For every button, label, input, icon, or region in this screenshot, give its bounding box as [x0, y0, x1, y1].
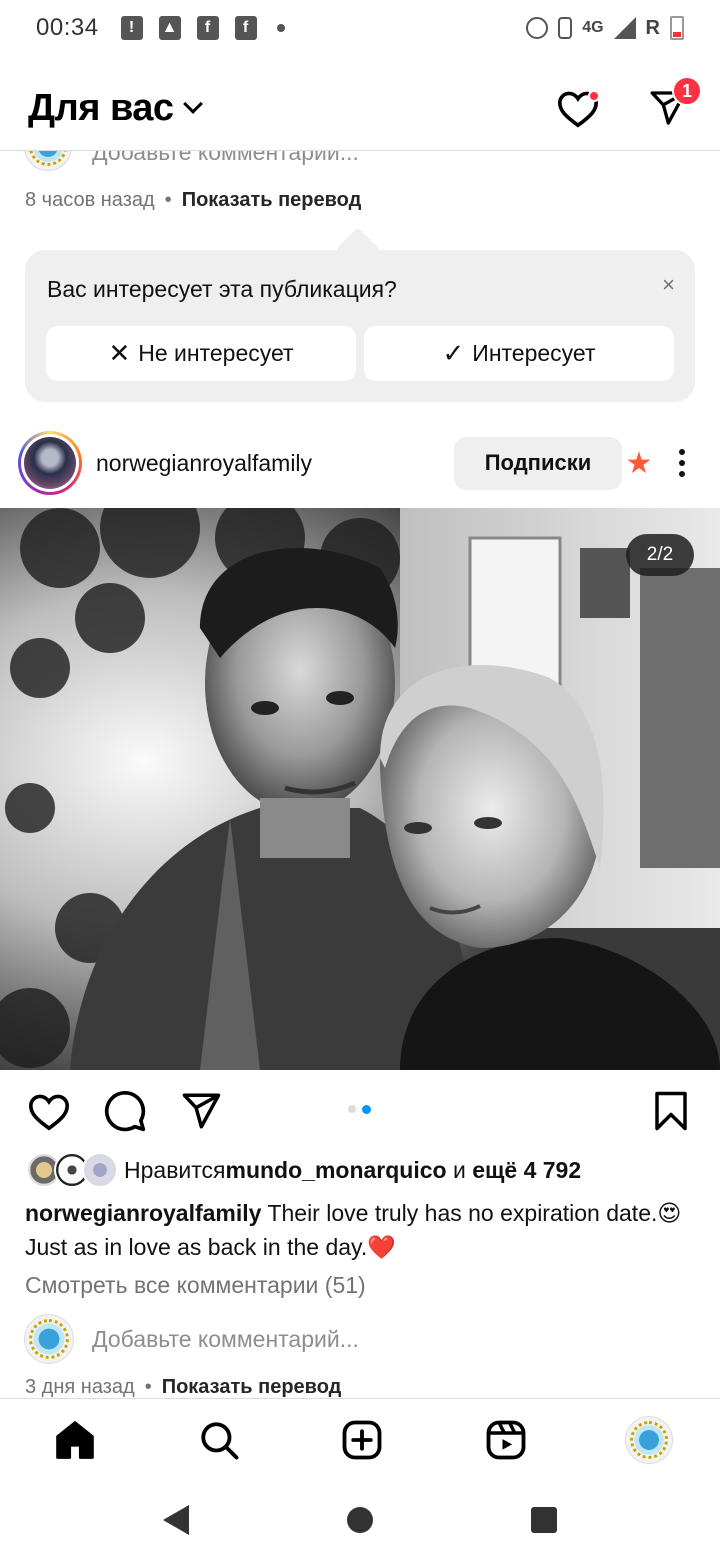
comment-button[interactable]: [100, 1086, 150, 1136]
likes-line[interactable]: Нравится mundo_monarquico и ещё 4 792: [26, 1152, 581, 1188]
add-post-icon: [342, 1420, 382, 1459]
post-actions: [24, 1084, 696, 1138]
vibrate-icon: [558, 17, 573, 39]
notification-dot: [588, 90, 600, 102]
not-interested-button[interactable]: ✕ Не интересует: [46, 326, 356, 381]
alarm-icon: [526, 17, 549, 39]
carousel-counter: 2/2: [626, 534, 694, 576]
separator: •: [144, 1376, 152, 1398]
status-bar: 00:34 ! ▲ f f 4G R: [0, 0, 720, 56]
notifications-button[interactable]: [554, 84, 602, 132]
post-time: 8 часов назад: [25, 189, 155, 211]
carousel-dot-active: [362, 1105, 371, 1114]
home-circle-icon[interactable]: [347, 1507, 373, 1533]
nav-search[interactable]: [194, 1415, 244, 1465]
post-photo[interactable]: 2/2: [0, 508, 720, 1070]
likes-count[interactable]: ещё 4 792: [472, 1157, 581, 1184]
liker-avatars: [26, 1152, 118, 1188]
previous-post-meta: 8 часов назад • Показать перевод: [25, 189, 361, 212]
bottom-navigation: [0, 1398, 720, 1480]
heart-icon: [28, 1094, 70, 1131]
bookmark-icon: [655, 1091, 687, 1131]
send-icon: [182, 1093, 221, 1129]
nav-home[interactable]: [50, 1415, 100, 1465]
battery-icon: [670, 16, 684, 40]
post-header: norwegianroyalfamily Подписки ★: [18, 430, 702, 496]
post-caption: norwegianroyalfamily Their love truly ha…: [25, 1196, 705, 1264]
nav-create[interactable]: [337, 1415, 387, 1465]
network-type: 4G: [582, 19, 604, 36]
favorite-star-icon[interactable]: ★: [624, 446, 654, 481]
post-username[interactable]: norwegianroyalfamily: [96, 450, 312, 477]
search-icon: [200, 1421, 238, 1459]
photo-image: [0, 508, 720, 1070]
own-avatar: [24, 1314, 74, 1364]
comment-icon: [104, 1090, 146, 1132]
back-icon[interactable]: [163, 1505, 189, 1535]
signal-icon: [613, 17, 636, 39]
save-button[interactable]: [646, 1086, 696, 1136]
reels-icon: [486, 1420, 525, 1459]
carousel-dot: [348, 1105, 356, 1113]
chevron-down-icon[interactable]: [182, 94, 203, 114]
post-time: 3 дня назад: [25, 1376, 135, 1398]
following-button[interactable]: Подписки: [454, 436, 622, 490]
own-avatar: [24, 151, 72, 171]
nav-profile[interactable]: [624, 1415, 674, 1465]
avatar: [82, 1152, 118, 1188]
image-icon: ▲: [158, 16, 181, 40]
post-meta: 3 дня назад • Показать перевод: [25, 1376, 341, 1399]
interest-question: Вас интересует эта публикация?: [47, 276, 397, 302]
facebook-icon: f: [196, 16, 219, 40]
not-interested-label: Не интересует: [138, 340, 294, 366]
profile-avatar: [625, 1415, 673, 1464]
dot-icon: [276, 24, 285, 32]
recent-apps-icon[interactable]: [531, 1507, 557, 1533]
roaming-indicator: R: [645, 16, 660, 39]
notification-icons: ! ▲ f f: [120, 16, 285, 40]
avatar: [24, 437, 76, 489]
direct-messages-button[interactable]: 1: [644, 76, 702, 132]
facebook-icon: f: [234, 16, 257, 40]
likes-username[interactable]: mundo_monarquico: [226, 1157, 447, 1184]
carousel-indicator: [348, 1105, 371, 1114]
story-ring-avatar[interactable]: [18, 431, 82, 495]
likes-prefix: Нравится: [124, 1156, 226, 1183]
more-options-icon[interactable]: [662, 443, 702, 483]
caption-username[interactable]: norwegianroyalfamily: [25, 1200, 261, 1226]
feed-selector-title[interactable]: Для вас: [28, 87, 174, 130]
comment-placeholder: Добавьте комментарий...: [92, 1325, 359, 1352]
view-all-comments-link[interactable]: Смотреть все комментарии (51): [25, 1272, 366, 1299]
likes-mid: и: [446, 1156, 473, 1183]
system-navigation: [0, 1480, 720, 1560]
add-comment-row[interactable]: Добавьте комментарий...: [24, 1314, 359, 1364]
interest-card: Вас интересует эта публикация? × ✕ Не ин…: [25, 250, 695, 402]
share-button[interactable]: [176, 1086, 226, 1136]
interested-button[interactable]: ✓ Интересует: [364, 326, 674, 381]
x-icon: ✕: [108, 338, 131, 368]
interested-label: Интересует: [472, 340, 596, 366]
dm-count-badge: 1: [672, 76, 702, 106]
comment-placeholder: Добавьте комментарий...: [92, 151, 359, 165]
show-translation-link[interactable]: Показать перевод: [182, 189, 362, 212]
previous-add-comment[interactable]: Добавьте комментарий...: [24, 151, 696, 173]
like-button[interactable]: [24, 1086, 74, 1136]
separator: •: [164, 189, 172, 211]
system-icons: 4G R: [526, 16, 684, 40]
top-header: Для вас 1: [0, 70, 720, 146]
home-icon: [56, 1420, 94, 1459]
close-icon[interactable]: ×: [662, 272, 675, 298]
show-translation-link[interactable]: Показать перевод: [162, 1376, 342, 1399]
nav-reels[interactable]: [481, 1415, 531, 1465]
check-icon: ✓: [442, 338, 465, 368]
status-time: 00:34: [36, 14, 99, 41]
alert-icon: !: [120, 16, 143, 40]
